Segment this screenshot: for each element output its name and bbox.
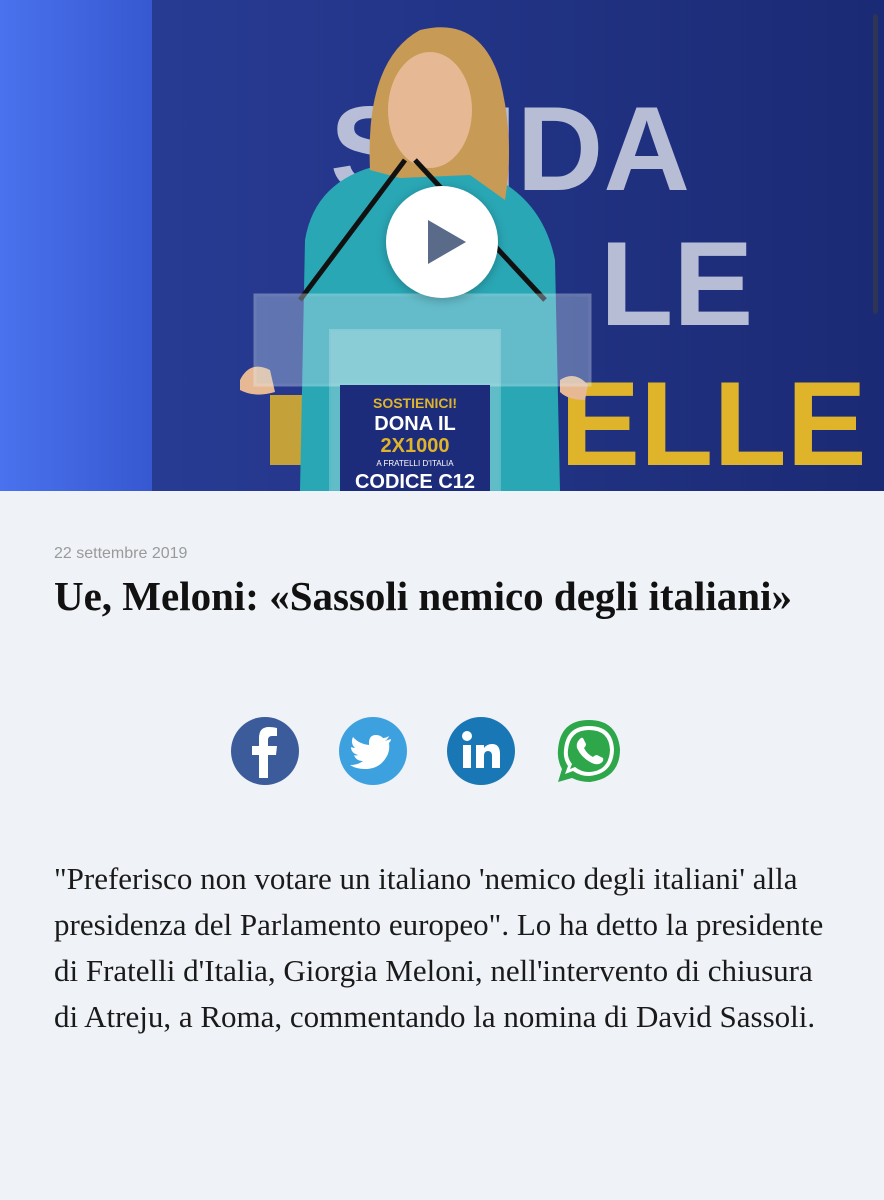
- podium-line-1: SOSTIENICI!: [373, 395, 457, 411]
- article-date: 22 settembre 2019: [54, 545, 188, 562]
- twitter-icon: [339, 717, 407, 785]
- podium-line-5: CODICE C12: [355, 471, 475, 491]
- play-icon: [428, 220, 466, 264]
- linkedin-icon: [447, 717, 515, 785]
- podium-line-4: A FRATELLI D'ITALIA: [376, 459, 454, 468]
- play-button[interactable]: [386, 186, 498, 298]
- podium-line-2: DONA IL: [374, 413, 455, 435]
- article-body: "Preferisco non votare un italiano 'nemi…: [54, 861, 824, 1034]
- facebook-share-button[interactable]: [230, 716, 300, 786]
- share-bar: [230, 716, 630, 786]
- linkedin-share-button[interactable]: [446, 716, 516, 786]
- podium-line-3: 2X1000: [381, 435, 450, 457]
- scrollbar[interactable]: [873, 14, 878, 314]
- video-player[interactable]: SFIDA LE ELLE SOSTIENICI! DONA IL 2X1000…: [0, 0, 884, 491]
- article-title: Ue, Meloni: «Sassoli nemico degli italia…: [54, 573, 792, 619]
- twitter-share-button[interactable]: [338, 716, 408, 786]
- backdrop-word-3: ELLE: [560, 357, 867, 491]
- backdrop-word-2: LE: [600, 217, 753, 351]
- facebook-icon: [231, 717, 299, 785]
- whatsapp-share-button[interactable]: [554, 716, 624, 786]
- whatsapp-icon: [557, 720, 620, 782]
